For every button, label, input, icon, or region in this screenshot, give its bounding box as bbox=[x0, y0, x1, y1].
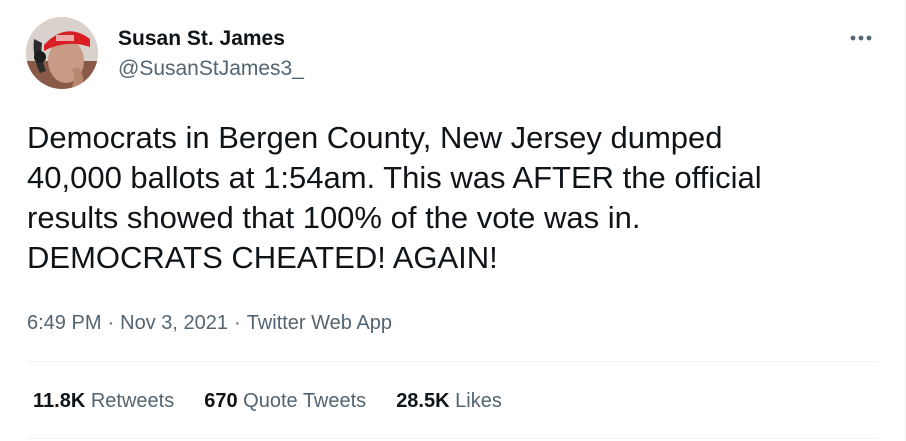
tweet-time[interactable]: 6:49 PM bbox=[27, 312, 101, 334]
likes-stat[interactable]: 28.5K Likes bbox=[396, 389, 502, 413]
author-handle[interactable]: @SusanStJames3_ bbox=[118, 57, 304, 81]
tweet-text: Democrats in Bergen County, New Jersey d… bbox=[27, 120, 762, 275]
quote-tweets-stat[interactable]: 670 Quote Tweets bbox=[204, 389, 366, 413]
tweet-date[interactable]: Nov 3, 2021 bbox=[120, 312, 228, 334]
quote-tweets-count: 670 bbox=[204, 390, 238, 412]
retweets-count: 11.8K bbox=[33, 390, 86, 412]
likes-count: 28.5K bbox=[396, 390, 450, 412]
author-display-name[interactable]: Susan St. James bbox=[118, 27, 285, 51]
tweet-source[interactable]: Twitter Web App bbox=[247, 312, 392, 334]
tweet-stats: 11.8K Retweets 670 Quote Tweets 28.5K Li… bbox=[33, 389, 532, 413]
quote-tweets-label: Quote Tweets bbox=[243, 390, 367, 412]
more-options-button[interactable] bbox=[846, 30, 876, 46]
avatar[interactable] bbox=[26, 17, 98, 89]
divider bbox=[27, 361, 879, 362]
divider bbox=[27, 438, 879, 439]
meta-separator: · bbox=[234, 312, 241, 334]
avatar-image bbox=[26, 17, 98, 89]
retweets-label: Retweets bbox=[90, 390, 175, 412]
meta-separator: · bbox=[107, 312, 115, 334]
retweets-stat[interactable]: 11.8K Retweets bbox=[33, 389, 174, 413]
more-horizontal-icon bbox=[850, 35, 872, 41]
likes-label: Likes bbox=[455, 390, 502, 412]
tweet-metadata: 6:49 PM · Nov 3, 2021 · Twitter Web App bbox=[27, 311, 392, 335]
tweet-card: Susan St. James @SusanStJames3_ Democrat… bbox=[0, 0, 906, 441]
